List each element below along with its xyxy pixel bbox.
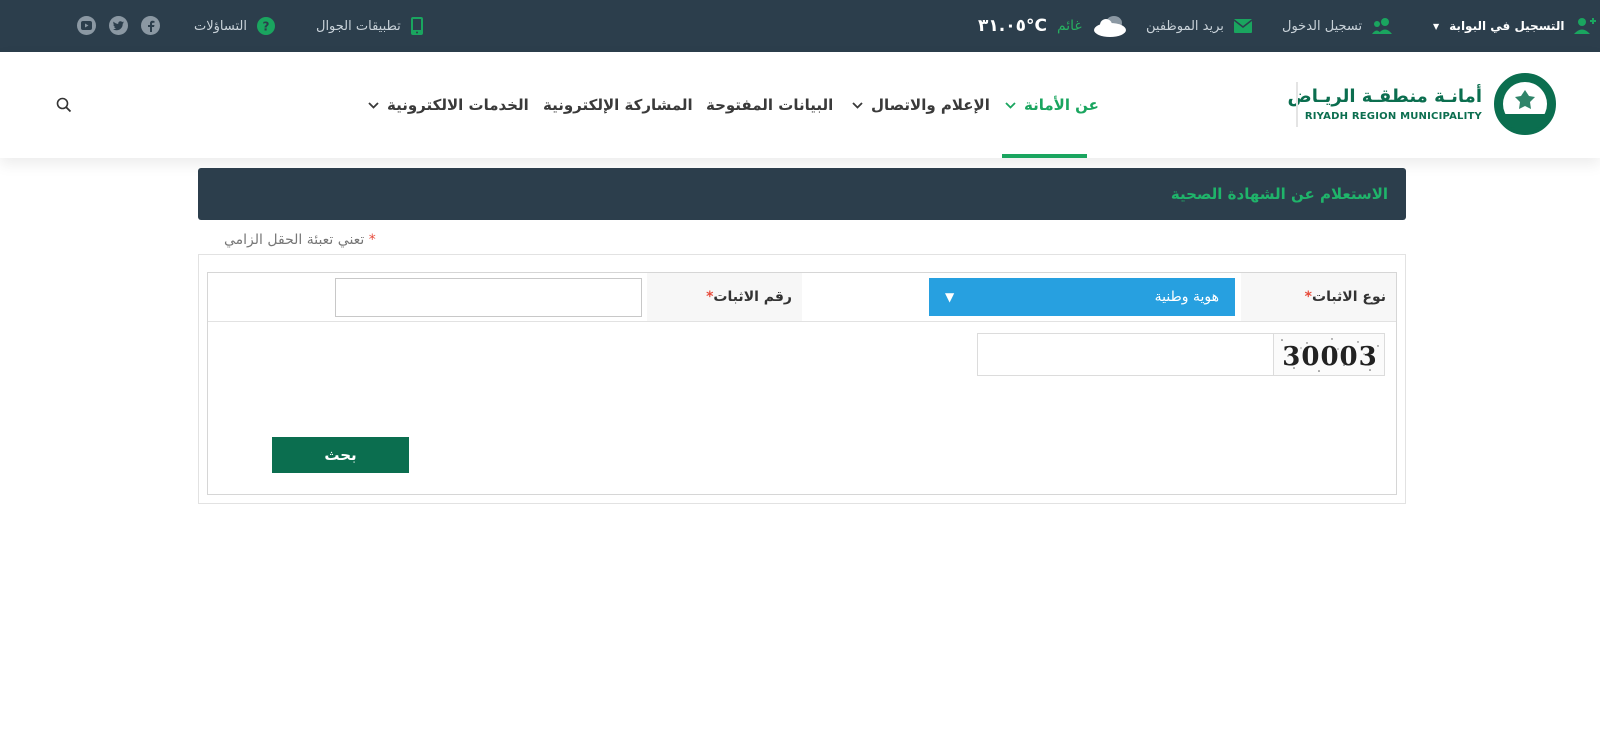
portal-register-label: التسجيل في البوابة <box>1449 19 1565 33</box>
envelope-icon <box>1233 19 1252 33</box>
caret-down-icon: ▼ <box>1433 21 1440 31</box>
chevron-down-icon <box>1005 101 1016 109</box>
captcha-text: 30003 <box>1282 342 1377 372</box>
panel-header: الاستعلام عن الشهادة الصحية <box>198 168 1406 220</box>
nav-e-services-label: الخدمات الالكترونية <box>387 96 529 114</box>
mobile-icon <box>410 17 423 35</box>
captcha-image: 30003 <box>1273 334 1384 375</box>
facebook-icon[interactable] <box>141 16 160 35</box>
faq-label: التساؤلات <box>194 18 247 34</box>
captcha-input[interactable] <box>978 334 1272 375</box>
id-number-label: رقم الاثبات <box>713 289 792 305</box>
nav-about-label: عن الأمانة <box>1024 96 1099 114</box>
nav-active-indicator <box>1002 154 1087 158</box>
mobile-apps-link[interactable]: تطبيقات الجوال <box>316 0 423 52</box>
logo-english-text: RIYADH REGION MUNICIPALITY <box>1304 111 1482 122</box>
login-link[interactable]: تسجيل الدخول <box>1282 0 1394 52</box>
id-type-select[interactable]: هوية وطنية ▼ <box>929 278 1235 316</box>
nav-about[interactable]: عن الأمانة <box>1005 52 1099 158</box>
weather-widget: غائم ٣١.٠٥°C <box>978 0 1128 52</box>
portal-register-link[interactable]: التسجيل في البوابة ▼ <box>1433 0 1597 52</box>
id-type-selected-value: هوية وطنية <box>1154 289 1219 305</box>
nav-media[interactable]: الإعلام والاتصال <box>852 52 990 158</box>
required-star: * <box>368 232 376 248</box>
required-field-note: * تعني تعبئة الحقل الزامي <box>224 232 376 248</box>
weather-description: غائم <box>1056 18 1082 34</box>
search-button[interactable]: بحث <box>272 437 409 473</box>
required-star: * <box>706 289 714 305</box>
nav-open-data-label: البيانات المفتوحة <box>706 96 834 114</box>
svg-text:?: ? <box>263 20 270 34</box>
users-icon <box>1372 17 1394 35</box>
logo-divider <box>1296 82 1298 127</box>
nav-e-participation-label: المشاركة الإلكترونية <box>543 96 693 114</box>
user-plus-icon <box>1574 17 1597 35</box>
weather-temperature: ٣١.٠٥°C <box>978 16 1047 36</box>
page-title: الاستعلام عن الشهادة الصحية <box>1170 185 1388 203</box>
nav-e-participation[interactable]: المشاركة الإلكترونية <box>543 52 693 158</box>
nav-open-data[interactable]: البيانات المفتوحة <box>706 52 833 158</box>
faq-link[interactable]: ? التساؤلات <box>194 0 275 52</box>
municipality-logo-icon[interactable] <box>1494 73 1556 135</box>
id-type-label: نوع الاثبات <box>1312 289 1386 305</box>
question-circle-icon: ? <box>256 17 275 35</box>
cloud-icon <box>1092 13 1128 39</box>
id-number-label-cell: رقم الاثبات * <box>647 273 802 321</box>
chevron-down-icon <box>852 101 863 109</box>
twitter-icon[interactable] <box>109 16 128 35</box>
row-divider <box>208 321 1396 322</box>
search-icon[interactable] <box>56 97 72 113</box>
nav-media-label: الإعلام والاتصال <box>871 96 990 114</box>
dropdown-arrow-icon: ▼ <box>945 290 955 304</box>
id-number-input[interactable] <box>335 278 642 317</box>
login-label: تسجيل الدخول <box>1282 18 1363 34</box>
id-type-label-cell: نوع الاثبات * <box>1241 273 1396 321</box>
required-star: * <box>1304 289 1312 305</box>
required-note-text: تعني تعبئة الحقل الزامي <box>224 232 365 248</box>
logo-arabic-text: أمانـة منطقـة الريـاض <box>1287 86 1483 107</box>
chevron-down-icon <box>368 101 379 109</box>
nav-e-services[interactable]: الخدمات الالكترونية <box>368 52 529 158</box>
mobile-apps-label: تطبيقات الجوال <box>316 18 401 34</box>
employee-mail-link[interactable]: بريد الموظفين <box>1146 0 1252 52</box>
youtube-icon[interactable] <box>77 16 96 35</box>
employee-mail-label: بريد الموظفين <box>1146 18 1224 34</box>
